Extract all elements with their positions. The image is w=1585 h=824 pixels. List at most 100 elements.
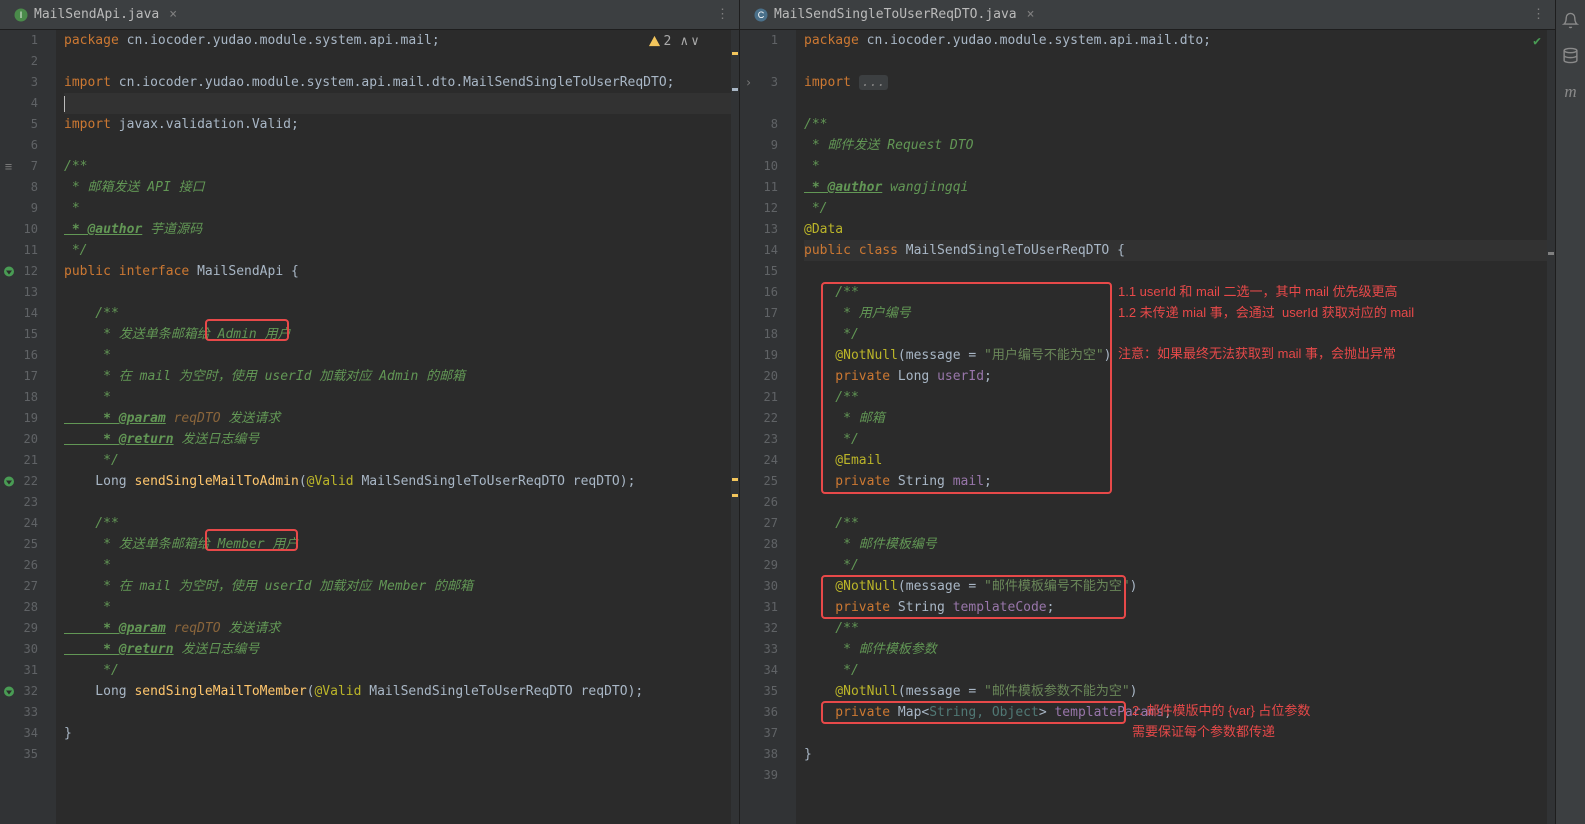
keyword-package: package bbox=[64, 33, 127, 48]
line-number: 27 bbox=[0, 576, 38, 597]
right-editor[interactable]: 13›8910111213141516171819202122232425262… bbox=[740, 30, 1555, 824]
line-number: 31 bbox=[740, 597, 778, 618]
right-scrollbar-index[interactable] bbox=[1547, 30, 1555, 824]
tab-name: MailSendSingleToUserReqDTO.java bbox=[774, 7, 1017, 22]
line-number: 25 bbox=[740, 471, 778, 492]
chevron-up-icon[interactable]: ∧ bbox=[680, 34, 688, 49]
keyword-private: private bbox=[804, 705, 898, 720]
structure-icon[interactable]: ≡ bbox=[2, 160, 15, 173]
line-number: 34 bbox=[0, 723, 38, 744]
fold-icon[interactable]: › bbox=[742, 76, 755, 89]
string-literal: "邮件模板编号不能为空" bbox=[984, 579, 1130, 594]
line-number: 10 bbox=[0, 219, 38, 240]
line-number: 29 bbox=[0, 618, 38, 639]
annotation-valid: @Valid bbox=[307, 474, 362, 489]
line-number: 17 bbox=[0, 366, 38, 387]
method-name: sendSingleMailToAdmin bbox=[134, 474, 298, 489]
doc-comment: /** bbox=[64, 306, 119, 321]
warning-marker[interactable] bbox=[732, 52, 738, 55]
line-number: 32 bbox=[0, 681, 38, 702]
line-number: 3 bbox=[0, 72, 38, 93]
line-number: 26 bbox=[740, 492, 778, 513]
maven-m-icon[interactable]: m bbox=[1564, 82, 1576, 102]
line-number: 36 bbox=[740, 702, 778, 723]
line-number: 12 bbox=[0, 261, 38, 282]
implemented-icon[interactable] bbox=[2, 685, 15, 698]
import-fold[interactable]: ... bbox=[859, 75, 888, 90]
left-code[interactable]: 2 ∧ ∨ package cn.iocoder.yudao.module.sy… bbox=[56, 30, 739, 824]
line-number: 22 bbox=[0, 471, 38, 492]
paren: (message = bbox=[898, 348, 984, 363]
line-number: 35 bbox=[740, 681, 778, 702]
more-icon[interactable]: ⋮ bbox=[716, 7, 729, 22]
line-number: 26 bbox=[0, 555, 38, 576]
param-name: reqDTO bbox=[581, 684, 628, 699]
doc-comment: * 在 mail 为空时，使用 userId 加载对应 Admin 的邮箱 bbox=[64, 369, 465, 384]
doc-highlight-admin: Admin 用户 bbox=[218, 327, 291, 342]
caret-marker[interactable] bbox=[732, 88, 738, 91]
line-number: 15 bbox=[0, 324, 38, 345]
line-number: 22 bbox=[740, 408, 778, 429]
doc-comment: /** bbox=[64, 159, 87, 174]
doc-return-tag: * @return bbox=[64, 642, 174, 657]
doc-param-name: reqDTO bbox=[166, 411, 221, 426]
line-number: 23 bbox=[740, 429, 778, 450]
chevron-down-icon[interactable]: ∨ bbox=[691, 34, 699, 49]
left-tab-bar: I MailSendApi.java × ⋮ bbox=[0, 0, 739, 30]
doc-comment: * 用户编号 bbox=[804, 306, 911, 321]
line-number: 28 bbox=[0, 597, 38, 618]
implemented-icon[interactable] bbox=[2, 265, 15, 278]
line-number: 21 bbox=[740, 387, 778, 408]
line-number: 39 bbox=[740, 765, 778, 786]
warning-count: 2 bbox=[664, 34, 672, 49]
keyword-private: private bbox=[804, 474, 898, 489]
param-name: reqDTO bbox=[573, 474, 620, 489]
right-code[interactable]: ✔ package cn.iocoder.yudao.module.system… bbox=[796, 30, 1555, 824]
line-number: 16 bbox=[740, 282, 778, 303]
check-ok-icon[interactable]: ✔ bbox=[1533, 34, 1541, 49]
keyword-private: private bbox=[804, 600, 898, 615]
line-number: 32 bbox=[740, 618, 778, 639]
keyword-private: private bbox=[804, 369, 898, 384]
more-icon[interactable]: ⋮ bbox=[1532, 7, 1545, 22]
line-number: 4 bbox=[0, 93, 38, 114]
line-number: 30 bbox=[0, 639, 38, 660]
line-number: 34 bbox=[740, 660, 778, 681]
line-number bbox=[740, 93, 778, 114]
doc-highlight-member: Member 用户 bbox=[218, 537, 299, 552]
warning-marker[interactable] bbox=[732, 478, 738, 481]
doc-return-desc: 发送日志编号 bbox=[174, 642, 260, 657]
doc-comment: * bbox=[804, 159, 820, 174]
close-icon[interactable]: × bbox=[169, 7, 177, 22]
doc-comment: * bbox=[64, 201, 80, 216]
close-icon[interactable]: × bbox=[1027, 7, 1035, 22]
field-type: Long bbox=[898, 369, 937, 384]
caret-marker[interactable] bbox=[1548, 252, 1554, 255]
field-name: userId bbox=[937, 369, 984, 384]
line-number: 31 bbox=[0, 660, 38, 681]
left-scrollbar-index[interactable] bbox=[731, 30, 739, 824]
doc-return-desc: 发送日志编号 bbox=[174, 432, 260, 447]
implemented-icon[interactable] bbox=[2, 475, 15, 488]
left-editor[interactable]: 1234567≡89101112131415161718192021222324… bbox=[0, 30, 739, 824]
database-icon[interactable] bbox=[1562, 47, 1579, 64]
doc-comment: */ bbox=[804, 201, 827, 216]
doc-comment: /** bbox=[64, 516, 119, 531]
tab-mailsendapi[interactable]: I MailSendApi.java × bbox=[6, 3, 185, 26]
warning-marker[interactable] bbox=[732, 494, 738, 497]
paren: ); bbox=[620, 474, 636, 489]
doc-author-tag: * @author bbox=[64, 222, 142, 237]
tab-mailsendsingletouserreqdto[interactable]: C MailSendSingleToUserReqDTO.java × bbox=[746, 3, 1042, 26]
field-name: mail bbox=[953, 474, 984, 489]
line-number: 30 bbox=[740, 576, 778, 597]
notifications-icon[interactable] bbox=[1562, 12, 1579, 29]
doc-comment: */ bbox=[64, 243, 87, 258]
line-number: 2 bbox=[0, 51, 38, 72]
doc-comment: */ bbox=[64, 663, 119, 678]
right-editor-pane: C MailSendSingleToUserReqDTO.java × ⋮ 13… bbox=[740, 0, 1555, 824]
line-number: 23 bbox=[0, 492, 38, 513]
return-type: Long bbox=[64, 684, 134, 699]
problems-badge[interactable]: 2 ∧ ∨ bbox=[648, 34, 699, 49]
keyword-interface: public interface bbox=[64, 264, 197, 279]
brace: } bbox=[804, 747, 812, 762]
